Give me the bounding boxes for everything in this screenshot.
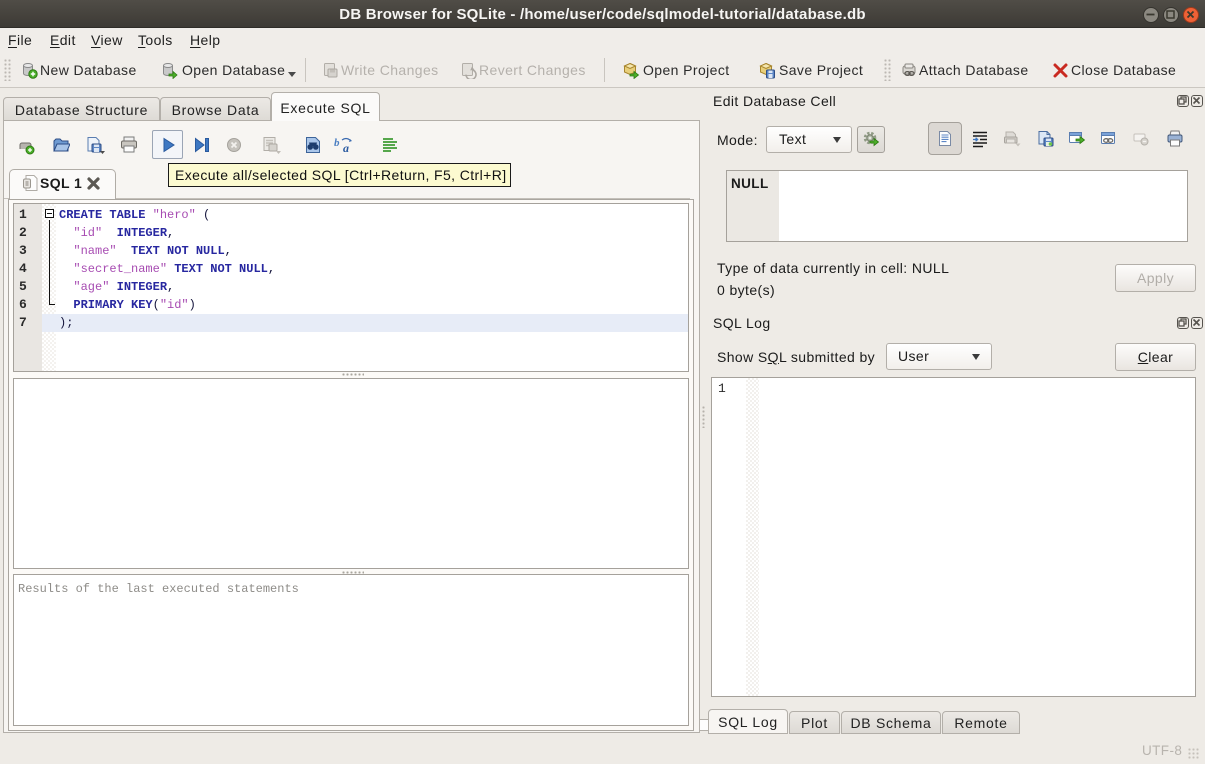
svg-text:a: a [343, 141, 349, 154]
svg-text:b: b [334, 137, 340, 149]
